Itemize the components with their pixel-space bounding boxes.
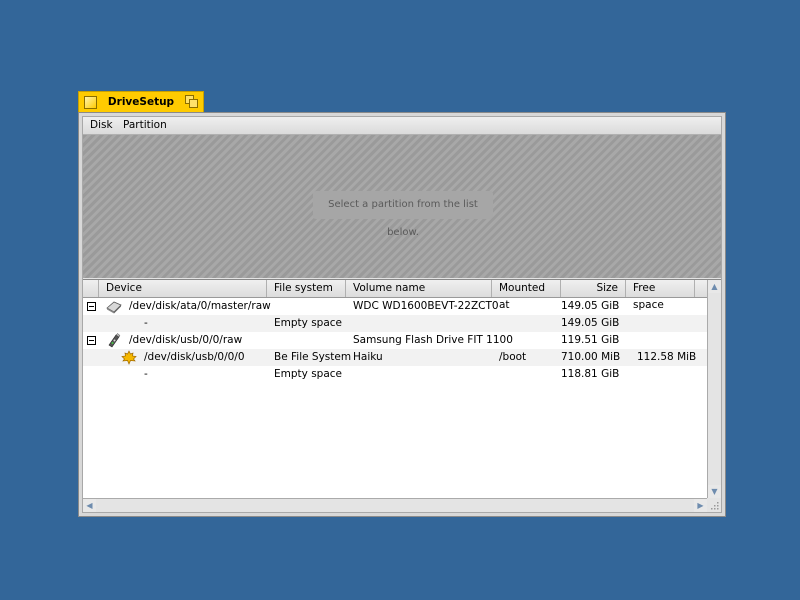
table-row[interactable]: /dev/disk/usb/0/0/0 Be File System Haiku…	[83, 349, 707, 366]
menu-bar: Disk Partition	[83, 117, 721, 135]
table-row[interactable]: - Empty space 118.81 GiB	[83, 366, 707, 383]
device-path: -	[144, 317, 148, 329]
volume-name: Samsung Flash Drive FIT 1100	[353, 334, 513, 346]
column-expander	[83, 280, 99, 297]
size: 710.00 MiB	[561, 351, 621, 363]
collapse-toggle[interactable]	[87, 302, 96, 311]
usb-drive-icon	[108, 333, 121, 348]
drivesetup-window: Disk Partition Select a partition from t…	[78, 112, 726, 517]
volume-name: Haiku	[353, 351, 383, 363]
disk-view-hint: Select a partition from the list below.	[313, 191, 493, 238]
zoom-button[interactable]	[185, 95, 198, 108]
column-free-space[interactable]: Free space	[626, 280, 695, 311]
filesystem: Be File System	[274, 351, 352, 363]
device-path: /dev/disk/usb/0/0/0	[144, 351, 245, 363]
horizontal-scrollbar[interactable]: ◀ ▶	[83, 498, 707, 512]
device-path: -	[144, 368, 148, 380]
zoom-icon-front	[189, 99, 198, 108]
scroll-up-arrow-icon[interactable]: ▲	[708, 280, 721, 293]
collapse-toggle[interactable]	[87, 336, 96, 345]
column-filesystem[interactable]: File system	[267, 280, 346, 297]
device-path: /dev/disk/ata/0/master/raw	[129, 300, 271, 312]
volume-name: WDC WD1600BEVT-22ZCT0	[353, 300, 499, 312]
menu-partition[interactable]: Partition	[123, 119, 167, 131]
disk-map-view[interactable]: Select a partition from the list below.	[83, 135, 721, 278]
column-device[interactable]: Device	[99, 280, 267, 297]
window-tab[interactable]: DriveSetup	[78, 91, 204, 112]
size: 149.05 GiB	[561, 317, 620, 329]
scroll-down-arrow-icon[interactable]: ▼	[708, 485, 721, 498]
size: 118.81 GiB	[561, 368, 620, 380]
harddisk-icon	[106, 301, 122, 314]
haiku-leaf-icon	[121, 350, 137, 365]
table-row[interactable]: - Empty space 149.05 GiB	[83, 315, 707, 332]
device-path: /dev/disk/usb/0/0/raw	[129, 334, 243, 346]
mounted-at: /boot	[499, 351, 527, 363]
filesystem: Empty space	[274, 368, 342, 380]
size: 119.51 GiB	[561, 334, 620, 346]
table-row[interactable]: /dev/disk/usb/0/0/raw Samsung Flash Driv…	[83, 332, 707, 349]
column-header: Device File system Volume name Mounted a…	[83, 280, 707, 311]
column-mounted-at[interactable]: Mounted at	[492, 280, 561, 311]
resize-grip-icon[interactable]	[707, 498, 721, 512]
vertical-scrollbar[interactable]: ▲ ▼	[707, 280, 721, 498]
column-volume-name[interactable]: Volume name	[346, 280, 492, 297]
filesystem: Empty space	[274, 317, 342, 329]
table-row[interactable]: /dev/disk/ata/0/master/raw WDC WD1600BEV…	[83, 298, 707, 316]
partition-list[interactable]: Device File system Volume name Mounted a…	[83, 279, 721, 512]
free-space: 112.58 MiB	[637, 351, 697, 363]
menu-disk[interactable]: Disk	[90, 119, 113, 131]
column-size[interactable]: Size	[561, 280, 626, 297]
size: 149.05 GiB	[561, 300, 620, 312]
scroll-left-arrow-icon[interactable]: ◀	[83, 499, 96, 512]
scroll-right-arrow-icon[interactable]: ▶	[694, 499, 707, 512]
partition-rows: /dev/disk/ata/0/master/raw WDC WD1600BEV…	[83, 298, 707, 498]
